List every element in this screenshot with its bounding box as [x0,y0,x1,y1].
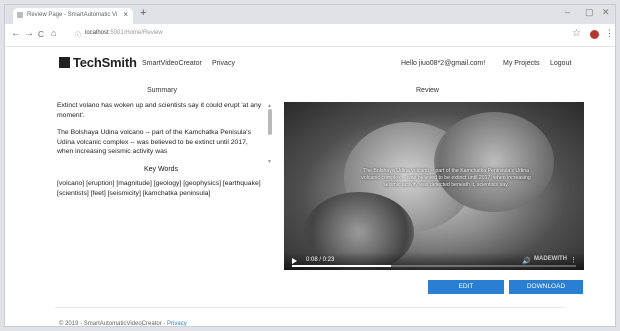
logo-mark-icon [59,57,70,68]
new-tab-button[interactable]: + [140,7,146,19]
browser-tab[interactable]: Review Page - SmartAutomatic Vi × [13,8,133,24]
nav-logout[interactable]: Logout [550,60,571,67]
download-button[interactable]: DOWNLOAD [509,280,583,294]
logo-text: TechSmith [73,55,137,70]
nav-my-projects[interactable]: My Projects [503,60,540,67]
scroll-thumb[interactable] [268,109,272,135]
home-icon[interactable]: ⌂ [51,28,56,38]
video-caption: The Bolshaya Udina volcano -- part of th… [361,168,531,188]
nav-greeting[interactable]: Hello jiuo08*2@gmail.com! [401,60,485,67]
reload-icon[interactable]: C [38,30,44,39]
video-watermark: MADEWITH [534,256,567,262]
close-window-icon[interactable]: ✕ [602,7,610,18]
close-tab-icon[interactable]: × [123,10,128,19]
menu-kebab-icon[interactable]: ⋮ [605,28,614,39]
video-time: 0:08 / 0:23 [306,257,335,263]
summary-paragraph-1: Extinct volano has woken up and scientis… [57,102,262,119]
browser-window: Review Page - SmartAutomatic Vi × + – ▢ … [4,4,616,327]
footer-copyright: © 2019 - SmartAutomaticVideoCreator - [59,321,166,327]
tab-title: Review Page - SmartAutomatic Vi [27,12,118,18]
review-heading: Review [416,87,439,94]
summary-paragraph-2: The Bolshaya Udina volcano -- part of th… [57,129,251,156]
footer-privacy-link[interactable]: Privacy [167,321,187,326]
address-bar-row: ← → C ⌂ ⓘ localhost:5001/Home/Review ☆ ⋮ [5,24,615,47]
summary-heading: Summary [147,87,177,94]
video-controls: 0:08 / 0:23 🔊 MADEWITH ⋮ [284,252,584,270]
info-icon[interactable]: ⓘ [75,30,81,39]
url-host: localhost [85,30,109,36]
tab-strip: Review Page - SmartAutomatic Vi × + – ▢ … [5,5,615,24]
url-path: :5001/Home/Review [108,30,163,36]
video-progress-bar[interactable] [292,265,576,267]
footer-divider [55,307,565,308]
video-menu-icon[interactable]: ⋮ [570,256,577,264]
url-field[interactable]: localhost:5001/Home/Review [85,30,163,36]
summary-scrollbar[interactable]: ▲ ▼ [267,103,273,273]
footer: © 2019 - SmartAutomaticVideoCreator - Pr… [59,321,187,327]
summary-panel[interactable]: Extinct volano has woken up and scientis… [57,101,265,271]
nav-privacy[interactable]: Privacy [212,60,235,67]
minimize-icon[interactable]: – [565,7,570,17]
bookmark-star-icon[interactable]: ☆ [572,28,581,39]
forward-icon[interactable]: → [24,28,34,39]
keywords-heading: Key Words [143,165,179,173]
volume-icon[interactable]: 🔊 [522,257,531,265]
techsmith-logo[interactable]: TechSmith [59,55,137,70]
ash-cloud [434,112,554,212]
profile-avatar[interactable] [590,30,599,39]
keywords-list: [volcano] [eruption] [magnitude] [geolog… [57,180,261,197]
play-icon[interactable] [292,258,297,264]
nav-smart-video-creator[interactable]: SmartVideoCreator [142,60,202,67]
video-player[interactable]: The Bolshaya Udina volcano -- part of th… [284,102,584,270]
favicon-icon [17,12,23,18]
maximize-icon[interactable]: ▢ [585,7,594,18]
site-navbar: TechSmith SmartVideoCreator Privacy Hell… [5,47,615,79]
scroll-down-icon[interactable]: ▼ [267,159,272,165]
edit-button[interactable]: EDIT [428,280,504,294]
back-icon[interactable]: ← [11,28,21,39]
video-progress-fill [292,265,392,267]
